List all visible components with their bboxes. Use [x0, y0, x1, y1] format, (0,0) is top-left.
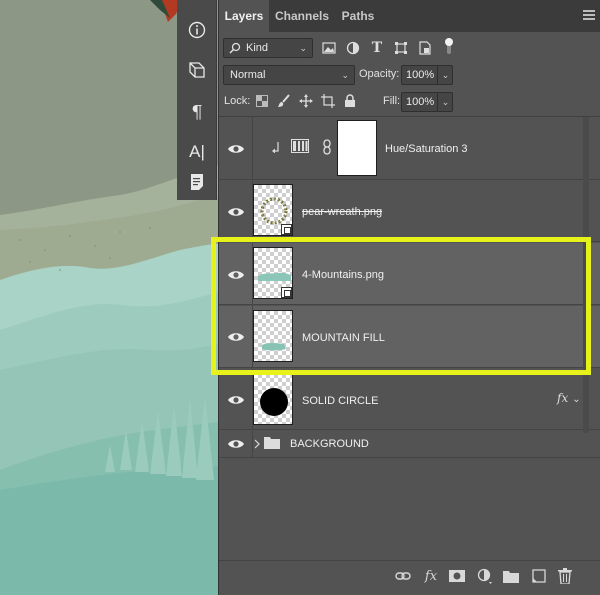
lock-brush-icon[interactable] [275, 92, 293, 110]
trash-icon[interactable] [556, 567, 574, 585]
chevron-right-icon[interactable] [254, 439, 260, 449]
opacity-value: 100% [406, 69, 435, 81]
layer-thumbnail[interactable] [253, 373, 293, 425]
fx-icon[interactable]: fx [422, 567, 440, 585]
tab-paths[interactable]: Paths [337, 0, 379, 32]
layer-thumbnail[interactable] [253, 247, 293, 299]
lock-all-icon[interactable] [341, 92, 359, 110]
layer-name: Hue/Saturation 3 [385, 143, 468, 155]
filter-pixel-icon[interactable] [320, 39, 338, 57]
filter-adjustment-icon[interactable] [344, 39, 362, 57]
layer-row-pear-wreath[interactable]: pear-wreath.png [219, 181, 600, 242]
blend-mode-select[interactable]: Normal ⌄ [223, 65, 355, 85]
link-icon[interactable] [394, 567, 412, 585]
tab-channels[interactable]: Channels [270, 0, 334, 32]
panel-tool-strip: ¶ A| [177, 0, 217, 200]
hue-saturation-adjustment-icon [291, 139, 309, 153]
layer-name: MOUNTAIN FILL [302, 332, 385, 344]
eye-icon[interactable] [227, 205, 245, 219]
eye-icon[interactable] [227, 142, 245, 156]
layer-row-background-group[interactable]: BACKGROUND [219, 431, 600, 458]
filter-shape-icon[interactable] [392, 39, 410, 57]
layer-row-hue-saturation[interactable]: Hue/Saturation 3 [219, 117, 600, 180]
panel-menu-icon[interactable] [583, 10, 595, 20]
layer-effects-fx-icon[interactable]: fx ⌄ [557, 391, 581, 405]
layer-name: SOLID CIRCLE [302, 395, 379, 407]
folder-icon[interactable] [502, 567, 520, 585]
filter-kind-label: Kind [246, 42, 269, 54]
new-layer-icon[interactable] [530, 567, 548, 585]
layers-scrollbar[interactable] [583, 117, 589, 433]
layer-mask-thumbnail[interactable] [337, 120, 377, 176]
filter-type-icon[interactable]: T [368, 39, 386, 57]
filter-kind-select[interactable]: Kind ⌄ [223, 38, 313, 58]
filter-toggle-icon[interactable] [440, 37, 458, 55]
eye-icon[interactable] [227, 268, 245, 282]
tab-layers[interactable]: Layers [219, 0, 269, 32]
chevron-down-icon: ⌄ [299, 43, 307, 53]
layer-thumbnail[interactable] [253, 184, 293, 236]
blend-mode-value: Normal [230, 69, 266, 81]
lock-artboard-icon[interactable] [319, 92, 337, 110]
lock-transparency-icon[interactable] [253, 92, 271, 110]
fill-value: 100% [406, 96, 435, 108]
lock-label: Lock: [224, 95, 251, 107]
layer-name: 4-Mountains.png [302, 269, 384, 281]
folder-icon [264, 437, 280, 449]
layer-thumbnail[interactable] [253, 310, 293, 362]
layer-row-4-mountains[interactable]: 4-Mountains.png [219, 243, 600, 305]
layer-row-mountain-fill[interactable]: MOUNTAIN FILL [219, 306, 600, 368]
opacity-field[interactable]: 100% ⌄ [401, 65, 453, 85]
layer-row-solid-circle[interactable]: SOLID CIRCLE fx ⌄ [219, 369, 600, 430]
clipping-arrow-icon [272, 142, 279, 153]
chevron-down-icon[interactable]: ⌄ [437, 66, 453, 84]
opacity-label: Opacity: [359, 68, 400, 80]
filter-smart-object-icon[interactable] [416, 39, 434, 57]
character-icon[interactable]: A| [181, 138, 213, 166]
fill-label: Fill: [383, 95, 401, 107]
smart-object-badge-icon [281, 224, 292, 235]
panel-tab-bar: Layers Channels Paths [219, 0, 600, 32]
lock-move-icon[interactable] [297, 92, 315, 110]
eye-icon[interactable] [227, 330, 245, 344]
fill-field[interactable]: 100% ⌄ [401, 92, 453, 112]
chevron-down-icon: ⌄ [341, 70, 349, 80]
paragraph-icon[interactable]: ¶ [181, 98, 213, 126]
layers-panel-footer: fx [219, 560, 600, 595]
notes-icon[interactable] [181, 168, 213, 196]
layers-panel: Layers Channels Paths Kind ⌄ T Normal ⌄ … [218, 0, 600, 595]
layer-name: pear-wreath.png [302, 206, 383, 218]
chain-link-icon[interactable] [322, 139, 332, 155]
smart-object-badge-icon [281, 287, 292, 298]
3d-icon[interactable] [181, 56, 213, 84]
info-icon[interactable] [181, 16, 213, 44]
adjustment-icon[interactable] [476, 567, 494, 585]
layer-name: BACKGROUND [290, 438, 369, 450]
mask-icon[interactable] [448, 567, 466, 585]
chevron-down-icon[interactable]: ⌄ [437, 93, 453, 111]
eye-icon[interactable] [227, 437, 245, 451]
eye-icon[interactable] [227, 393, 245, 407]
search-icon [229, 42, 241, 54]
